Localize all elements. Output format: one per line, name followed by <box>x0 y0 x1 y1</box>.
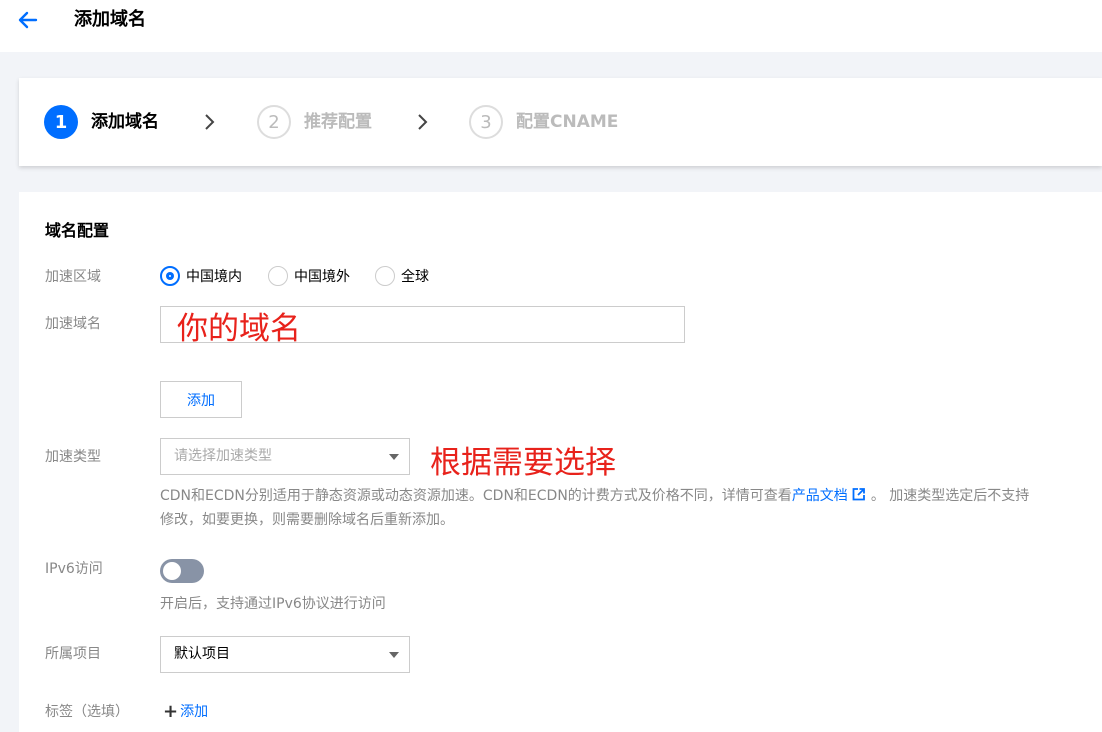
help-text: CDN和ECDN分别适用于静态资源或动态资源加速。CDN和ECDN的计费方式及价… <box>160 488 792 504</box>
region-label: 加速区域 <box>45 269 101 285</box>
step-2-number: 2 <box>257 105 291 139</box>
accel-type-placeholder: 请选择加速类型 <box>174 448 272 464</box>
add-tag-button[interactable]: + 添加 <box>163 702 208 722</box>
section-title: 域名配置 <box>45 221 110 240</box>
step-3-number: 3 <box>469 105 503 139</box>
accel-type-help: CDN和ECDN分别适用于静态资源或动态资源加速。CDN和ECDN的计费方式及价… <box>160 484 1100 532</box>
plus-icon: + <box>163 701 179 722</box>
ipv6-help: 开启后，支持通过IPv6协议进行访问 <box>160 596 386 612</box>
accel-type-annotation: 根据需要选择 <box>430 445 616 481</box>
external-link-icon[interactable] <box>852 488 865 501</box>
chevron-right-icon <box>205 114 215 130</box>
radio-unchecked-icon <box>375 266 395 286</box>
domain-config-panel: 域名配置 加速区域 中国境内 中国境外 全球 加速域名 你的域名 添加 加速类型… <box>19 192 1102 732</box>
radio-unchecked-icon <box>268 266 288 286</box>
step-3-label: 配置CNAME <box>516 112 619 132</box>
accel-type-label: 加速类型 <box>45 449 101 465</box>
back-arrow-icon[interactable] <box>16 8 40 32</box>
ipv6-toggle[interactable] <box>160 559 204 583</box>
chevron-right-icon <box>418 114 428 130</box>
domain-annotation: 你的域名 <box>177 311 301 347</box>
top-bar: 添加域名 <box>0 0 1102 52</box>
radio-checked-icon <box>160 266 180 286</box>
project-label: 所属项目 <box>45 646 101 662</box>
step-1-label: 添加域名 <box>91 112 159 132</box>
help-text: 修改，如要更换，则需要删除域名后重新添加。 <box>160 512 454 528</box>
ipv6-label: IPv6访问 <box>45 561 103 577</box>
page-title: 添加域名 <box>74 9 146 30</box>
tags-label: 标签（选填） <box>45 704 129 720</box>
project-select[interactable]: 默认项目 <box>160 636 410 673</box>
caret-down-icon <box>389 652 399 658</box>
step-2-label: 推荐配置 <box>304 112 372 132</box>
add-domain-button[interactable]: 添加 <box>160 381 242 418</box>
accel-type-select[interactable]: 请选择加速类型 <box>160 438 410 475</box>
domain-label: 加速域名 <box>45 316 101 332</box>
radio-global[interactable]: 全球 <box>375 265 429 287</box>
toggle-knob <box>163 562 181 580</box>
radio-label: 全球 <box>401 269 429 285</box>
step-1-number: 1 <box>44 105 78 139</box>
step-indicator: 1 添加域名 2 推荐配置 3 配置CNAME <box>19 78 1102 166</box>
product-doc-link[interactable]: 产品文档 <box>792 488 848 504</box>
caret-down-icon <box>389 454 399 460</box>
radio-mainland[interactable]: 中国境内 <box>160 265 242 287</box>
radio-overseas[interactable]: 中国境外 <box>268 265 350 287</box>
radio-label: 中国境内 <box>186 269 242 285</box>
help-text: 。 加速类型选定后不支持 <box>870 488 1030 504</box>
add-tag-label: 添加 <box>180 704 209 720</box>
radio-label: 中国境外 <box>294 269 350 285</box>
project-value: 默认项目 <box>174 646 230 662</box>
